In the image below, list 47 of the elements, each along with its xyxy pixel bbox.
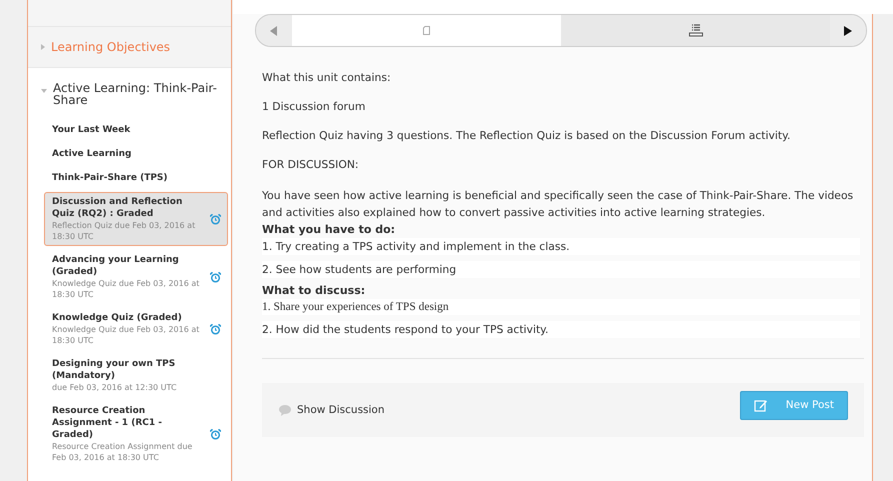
- list-item: 1. Share your experiences of TPS design: [262, 299, 860, 315]
- next-button[interactable]: [830, 15, 866, 46]
- item-title: Advancing your Learning (Graded): [52, 254, 180, 278]
- sidebar-item[interactable]: Your Last Week: [44, 120, 228, 140]
- previous-button[interactable]: [256, 15, 292, 46]
- paragraph: Reflection Quiz having 3 questions. The Reflection Quiz is based on the Discussion Forum activity.: [262, 129, 792, 142]
- list-item: 2. See how students are performing: [262, 261, 860, 278]
- sidebar-item[interactable]: Think-Pair-Share (TPS): [44, 168, 228, 188]
- sidebar-item[interactable]: Active Learning: [44, 144, 228, 164]
- item-title: Your Last Week: [52, 124, 132, 136]
- item-due-date: Knowledge Quiz due Feb 03, 2016 at 18:30 UTC: [52, 278, 200, 300]
- sidebar-section[interactable]: [28, 0, 231, 27]
- item-due-date: Resource Creation Assignment due Feb 03, 2016 at 18:30 UTC: [52, 441, 194, 463]
- speech-bubble-icon: [278, 404, 292, 416]
- sidebar-item[interactable]: Resource Creation Assignment - 1 (RC1 - Graded) Resource Creation Assignment due Feb 03, 2016 at 18:30 UTC: [44, 401, 228, 467]
- right-arrow-icon: [844, 26, 852, 36]
- item-title: Knowledge Quiz (Graded): [52, 312, 183, 324]
- sidebar-item[interactable]: Designing your own TPS (Mandatory) due Feb 03, 2016 at 12:30 UTC: [44, 354, 228, 397]
- item-due-date: Reflection Quiz due Feb 03, 2016 at 18:30 UTC: [52, 220, 196, 242]
- section-title: Learning Objectives: [51, 40, 170, 54]
- paragraph: What this unit contains:: [262, 71, 392, 84]
- list-item: 2. How did the students respond to your TPS activity.: [262, 321, 860, 338]
- item-title: Think-Pair-Share (TPS): [52, 172, 169, 184]
- section-title: Active Learning: Think-Pair-Share: [53, 82, 218, 106]
- item-due-date: due Feb 03, 2016 at 12:30 UTC: [52, 382, 178, 393]
- item-title: Designing your own TPS (Mandatory): [52, 358, 176, 382]
- sidebar-item[interactable]: Discussion and Reflection Quiz (RQ2) : Graded Reflection Quiz due Feb 03, 2016 at 18:30 UTC: [44, 192, 228, 246]
- paragraph: You have seen how active learning is beneficial and specifically seen the case of Think-Pair-Share. The videos and activities also explained how to convert passive activities into active learning strategies.: [262, 188, 854, 221]
- sidebar-item[interactable]: Knowledge Quiz (Graded) Knowledge Quiz due Feb 03, 2016 at 18:30 UTC: [44, 308, 228, 350]
- caret-icon: [41, 89, 47, 93]
- section-heading: What to discuss:: [262, 284, 366, 297]
- caret-icon: [41, 44, 45, 50]
- section-heading: What you have to do:: [262, 223, 396, 236]
- edit-icon: [754, 398, 768, 412]
- paragraph: FOR DISCUSSION:: [262, 158, 360, 171]
- list-item: 1. Try creating a TPS activity and implement in the class.: [262, 238, 860, 255]
- item-title: Active Learning: [52, 148, 132, 160]
- left-arrow-icon: [270, 26, 278, 36]
- item-title: Discussion and Reflection Quiz (RQ2) : Graded: [52, 196, 184, 220]
- list-icon: [688, 24, 702, 37]
- sidebar-section[interactable]: Active Learning: Think-Pair-Share: [28, 68, 231, 120]
- item-title: Resource Creation Assignment - 1 (RC1 - Graded): [52, 405, 163, 441]
- item-due-date: Knowledge Quiz due Feb 03, 2016 at 18:30 UTC: [52, 324, 200, 346]
- show-discussion-link[interactable]: Show Discussion: [278, 404, 385, 416]
- paragraph: 1 Discussion forum: [262, 100, 366, 113]
- page-icon: [423, 26, 430, 35]
- sidebar-item[interactable]: Advancing your Learning (Graded) Knowledge Quiz due Feb 03, 2016 at 18:30 UTC: [44, 250, 228, 304]
